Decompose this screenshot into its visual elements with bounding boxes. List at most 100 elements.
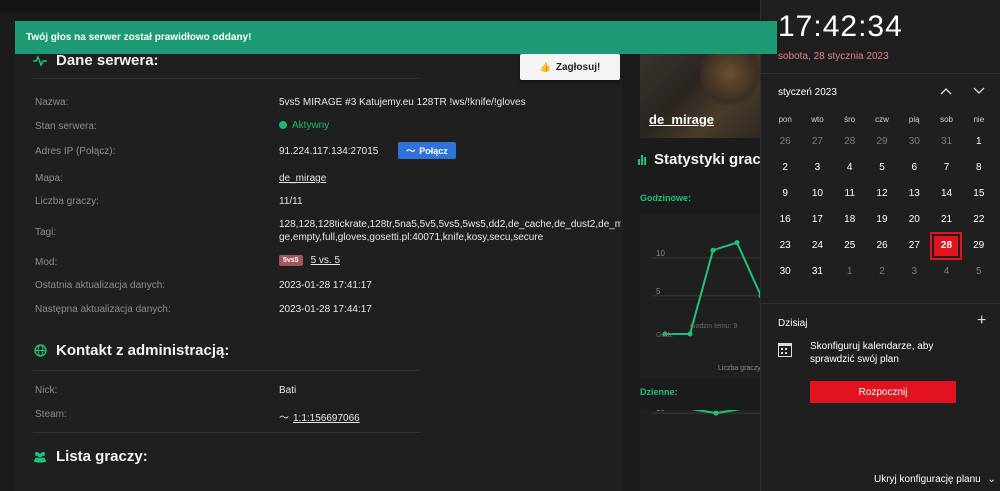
steam-link[interactable]: 1:1:156697066 <box>293 413 360 424</box>
calendar-day[interactable]: 27 <box>801 130 833 154</box>
divider <box>33 432 421 433</box>
calendar-day[interactable]: 8 <box>963 156 995 180</box>
map-card[interactable]: de_mirage <box>640 40 760 138</box>
plus-icon[interactable]: + <box>977 312 986 330</box>
calendar-day[interactable]: 29 <box>962 234 994 258</box>
calendar-day[interactable]: 4 <box>930 260 962 284</box>
divider <box>33 78 421 79</box>
calendar-day[interactable]: 4 <box>834 156 866 180</box>
name-value: 5vs5 MIRAGE #3 Katujemy.eu 128TR !ws/!kn… <box>279 97 526 108</box>
tooltip-hours: Godz <box>656 332 673 339</box>
weekday-label: śro <box>844 115 856 124</box>
calendar-day-today[interactable]: 28 <box>930 232 963 260</box>
y-tick-label: 5 <box>656 287 661 296</box>
divider <box>33 370 421 371</box>
calendar-day[interactable]: 5 <box>963 260 995 284</box>
hourly-chart[interactable]: 10 5 Godzin temu: 9 Godz Liczba graczy <box>640 213 760 378</box>
calendar-week: 30 31 1 2 3 4 5 <box>769 259 995 285</box>
calendar-day[interactable]: 31 <box>801 260 833 284</box>
map-link[interactable]: de_mirage <box>279 173 326 184</box>
calendar-day[interactable]: 1 <box>834 260 866 284</box>
calendar-day[interactable]: 20 <box>898 208 930 232</box>
calendar-day[interactable]: 17 <box>801 208 833 232</box>
calendar-day[interactable]: 28 <box>834 130 866 154</box>
calendar-day[interactable]: 30 <box>898 130 930 154</box>
calendar-day[interactable]: 15 <box>963 182 995 206</box>
connect-button[interactable]: 〜 Połącz <box>398 142 456 159</box>
hourly-chart-svg: 10 5 Godzin temu: 9 Godz Liczba graczy <box>652 240 760 372</box>
calendar-day[interactable]: 24 <box>801 234 833 258</box>
data-point <box>687 331 693 337</box>
x-axis-caption: Liczba graczy <box>718 365 760 372</box>
status-dot-icon <box>279 121 287 129</box>
map-label: Mapa: <box>35 173 63 184</box>
calendar-day[interactable]: 27 <box>898 234 930 258</box>
ip-label: Adres IP (Połącz): <box>35 146 116 157</box>
status-text: Aktywny <box>292 120 330 131</box>
calendar-day[interactable]: 11 <box>834 182 866 206</box>
hide-plan-link[interactable]: Ukryj konfigurację planu ⌄ <box>874 474 996 485</box>
ip-value: 91.224.117.134:27015 <box>279 146 379 157</box>
calendar-day[interactable]: 16 <box>769 208 801 232</box>
calendar-month[interactable]: styczeń 2023 <box>778 87 837 98</box>
divider <box>761 303 1000 304</box>
tags-value: 128,128,128tickrate,128tr,5na5,5v5,5vs5,… <box>279 218 621 244</box>
start-button[interactable]: Rozpocznij <box>810 381 956 403</box>
players-count-label: Liczba graczy: <box>35 196 99 207</box>
calendar-day[interactable]: 7 <box>930 156 962 180</box>
calendar-day[interactable]: 31 <box>930 130 962 154</box>
y-tick-label: 10 <box>656 410 665 413</box>
calendar-day[interactable]: 26 <box>769 130 801 154</box>
calendar-day[interactable]: 30 <box>769 260 801 284</box>
globe-icon <box>33 344 47 358</box>
nick-value: Bati <box>279 385 297 396</box>
calendar-day[interactable]: 19 <box>866 208 898 232</box>
bar-chart-icon <box>638 154 646 165</box>
mod-link[interactable]: 5 vs. 5 <box>311 255 340 266</box>
calendar-day[interactable]: 9 <box>769 182 801 206</box>
vote-button[interactable]: 👍 Zagłosuj! <box>520 54 620 80</box>
toast-message: Twój głos na serwer został prawidłowo od… <box>26 32 252 43</box>
calendar-week: 9 10 11 12 13 14 15 <box>769 181 995 207</box>
calendar-day[interactable]: 3 <box>801 156 833 180</box>
map-card-name[interactable]: de_mirage <box>649 112 714 127</box>
calendar-day[interactable]: 5 <box>866 156 898 180</box>
calendar-week: 2345678 <box>769 155 995 181</box>
calendar-day[interactable]: 22 <box>963 208 995 232</box>
calendar-day[interactable]: 6 <box>898 156 930 180</box>
thumbs-up-icon: 👍 <box>539 61 551 72</box>
success-toast[interactable]: Twój głos na serwer został prawidłowo od… <box>15 21 777 54</box>
stats-title: Statystyki gracz <box>654 151 769 168</box>
clock-date[interactable]: sobota, 28 stycznia 2023 <box>778 51 889 62</box>
y-tick-label: 10 <box>656 249 665 258</box>
calendar-day[interactable]: 12 <box>866 182 898 206</box>
steam-icon: 〜 <box>279 413 289 424</box>
calendar-week: 23 24 25 26 27 28 29 <box>769 232 995 260</box>
calendar-day[interactable]: 23 <box>769 234 801 258</box>
chevron-up-icon[interactable] <box>939 84 953 98</box>
next-update-label: Następna aktualizacja danych: <box>35 304 171 315</box>
calendar-day[interactable]: 29 <box>866 130 898 154</box>
calendar-day[interactable]: 3 <box>898 260 930 284</box>
calendar-day[interactable]: 18 <box>834 208 866 232</box>
nick-label: Nick: <box>35 385 58 396</box>
status-label: Stan serwera: <box>35 121 97 132</box>
calendar-day[interactable]: 26 <box>866 234 898 258</box>
chevron-down-icon[interactable] <box>972 84 986 98</box>
steam-value: 〜 1:1:156697066 <box>279 409 360 424</box>
daily-chart[interactable]: 10 <box>640 410 760 491</box>
clock-calendar-flyout: 17:42:34 sobota, 28 stycznia 2023 stycze… <box>760 0 1000 491</box>
calendar-day[interactable]: 14 <box>930 182 962 206</box>
calendar-day[interactable]: 2 <box>769 156 801 180</box>
calendar-day[interactable]: 21 <box>930 208 962 232</box>
server-card: Dane serwera: 👍 Zagłosuj! Nazwa: 5vs5 MI… <box>15 40 623 491</box>
daily-chart-label: Dzienne: <box>640 387 678 397</box>
calendar-day[interactable]: 1 <box>963 130 995 154</box>
agenda-today-label: Dzisiaj <box>778 318 808 329</box>
status-value: Aktywny <box>279 120 329 131</box>
calendar-day[interactable]: 10 <box>801 182 833 206</box>
weekday-label: czw <box>875 115 889 124</box>
calendar-day[interactable]: 2 <box>866 260 898 284</box>
calendar-day[interactable]: 25 <box>834 234 866 258</box>
calendar-day[interactable]: 13 <box>898 182 930 206</box>
